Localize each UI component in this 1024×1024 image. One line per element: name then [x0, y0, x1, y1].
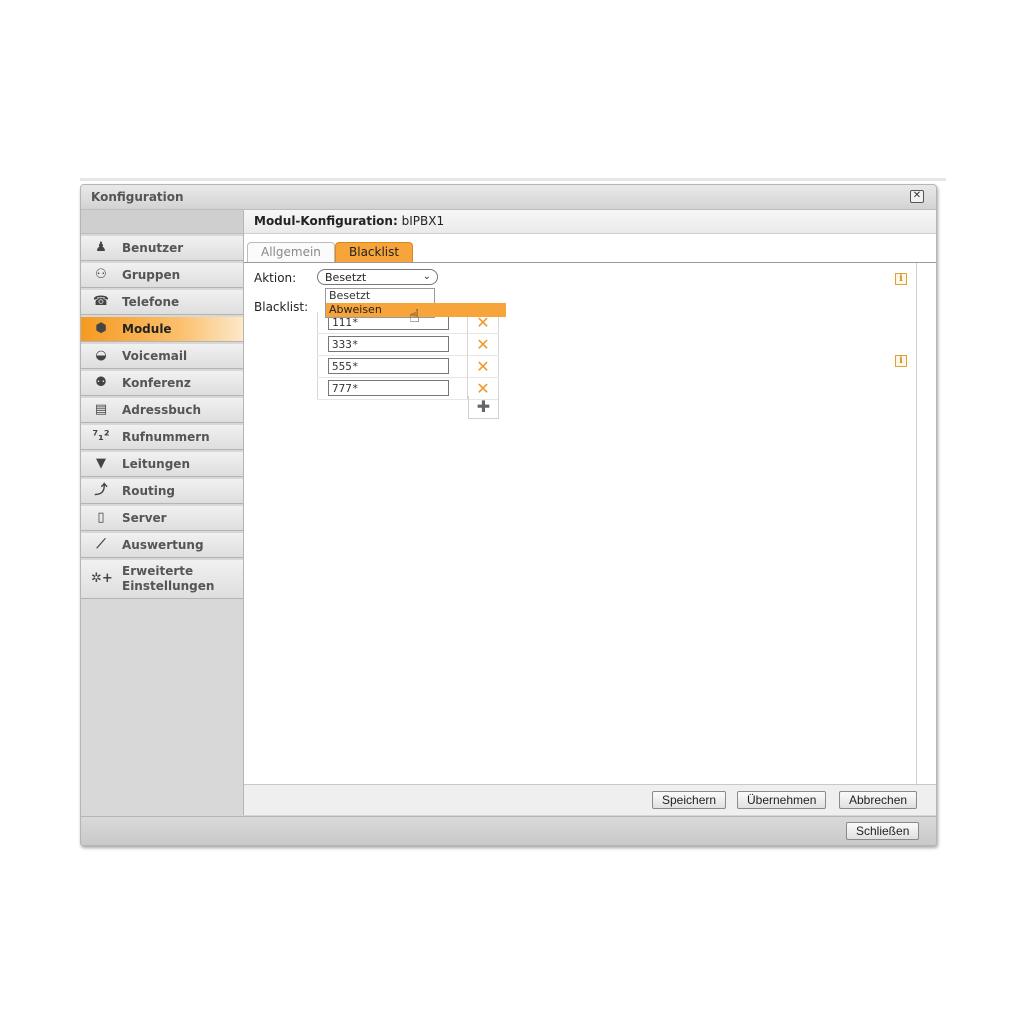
- tab-bar: Allgemein Blacklist: [244, 239, 936, 263]
- info-icon[interactable]: i: [895, 273, 907, 285]
- aktion-select[interactable]: Besetzt ⌄: [317, 269, 438, 285]
- sidebar-item-label: Erweiterte Einstellungen: [122, 564, 214, 594]
- addressbook-icon: ▤: [94, 402, 108, 417]
- sidebar-item-label-line2: Einstellungen: [122, 579, 215, 593]
- sidebar-item-label: Routing: [122, 484, 176, 498]
- sidebar-item-leitungen[interactable]: ▼ Leitungen: [81, 452, 243, 477]
- sidebar-item-label: Module: [122, 322, 172, 336]
- sidebar-item-voicemail[interactable]: ◒ Voicemail: [81, 344, 243, 369]
- sidebar-item-label: Voicemail: [122, 349, 188, 363]
- apply-button[interactable]: Übernehmen: [737, 791, 827, 809]
- window-title: Konfiguration: [91, 190, 184, 204]
- delete-icon[interactable]: ✕: [468, 334, 499, 355]
- lines-icon: ▼: [96, 456, 106, 471]
- info-icon[interactable]: i: [895, 355, 907, 367]
- sidebar-item-konferenz[interactable]: ⚉ Konferenz: [81, 371, 243, 396]
- module-icon: ⬢: [95, 321, 107, 336]
- blacklist-table: ✕ ✕ ✕ ✕: [317, 312, 499, 400]
- sidebar-item-routing[interactable]: ⤴ Routing: [81, 479, 243, 504]
- sidebar-item-rufnummern[interactable]: ⁷₁² Rufnummern: [81, 425, 243, 450]
- phone-icon: ☎: [92, 294, 110, 309]
- sidebar-item-label: Adressbuch: [122, 403, 202, 417]
- module-header-label: Modul-Konfiguration:: [254, 214, 398, 228]
- tab-blacklist[interactable]: Blacklist: [335, 242, 414, 262]
- sidebar-item-label: Server: [122, 511, 167, 525]
- sidebar-item-label: Benutzer: [122, 241, 184, 255]
- sidebar-header: [81, 210, 243, 234]
- sidebar-item-label: Telefone: [122, 295, 180, 309]
- sidebar-item-telefone[interactable]: ☎ Telefone: [81, 290, 243, 315]
- nav-list: ♟ Benutzer ⚇ Gruppen ☎ Telefone ⬢ Module…: [81, 236, 243, 599]
- sidebar-item-erweiterte-einstellungen[interactable]: ✲+ Erweiterte Einstellungen: [81, 560, 243, 599]
- sidebar-item-label: Rufnummern: [122, 430, 210, 444]
- table-cell: [317, 378, 468, 399]
- tab-allgemein[interactable]: Allgemein: [247, 242, 335, 262]
- aktion-label: Aktion:: [254, 271, 297, 285]
- table-row: ✕: [317, 356, 499, 378]
- blacklist-entry-input[interactable]: [328, 336, 449, 352]
- sidebar-item-benutzer[interactable]: ♟ Benutzer: [81, 236, 243, 261]
- advanced-settings-icon: ✲+: [91, 571, 113, 586]
- blacklist-entry-input[interactable]: [328, 380, 449, 396]
- table-cell: [317, 356, 468, 377]
- bottom-bar: Schließen: [81, 816, 936, 845]
- dialog-footer: Speichern Übernehmen Abbrechen: [244, 784, 936, 815]
- main-panel: Modul-Konfiguration: bIPBX1 Allgemein Bl…: [244, 210, 936, 815]
- blacklist-content: Aktion: Besetzt ⌄ Besetzt Abweisen ☝ Bla…: [244, 263, 917, 809]
- sidebar-item-label: Konferenz: [122, 376, 191, 390]
- table-row: ✕: [317, 334, 499, 356]
- sidebar-item-gruppen[interactable]: ⚇ Gruppen: [81, 263, 243, 288]
- config-window: Konfiguration ✕ ♟ Benutzer ⚇ Gruppen ☎ T…: [80, 184, 937, 846]
- module-header-value: bIPBX1: [401, 214, 445, 228]
- top-divider: [80, 178, 946, 181]
- module-header: Modul-Konfiguration: bIPBX1: [244, 210, 936, 234]
- close-icon[interactable]: ✕: [910, 190, 924, 203]
- user-icon: ♟: [95, 240, 107, 255]
- sidebar: ♟ Benutzer ⚇ Gruppen ☎ Telefone ⬢ Module…: [81, 210, 244, 815]
- numbers-icon: ⁷₁²: [92, 429, 110, 444]
- sidebar-item-label-line1: Erweiterte: [122, 564, 194, 578]
- sidebar-item-module[interactable]: ⬢ Module: [81, 317, 243, 342]
- sidebar-item-label: Gruppen: [122, 268, 181, 282]
- routing-icon: ⤴: [94, 483, 108, 498]
- blacklist-entry-input[interactable]: [328, 358, 449, 374]
- delete-icon[interactable]: ✕: [468, 356, 499, 377]
- add-entry-icon[interactable]: ✚: [468, 396, 499, 419]
- sidebar-item-label: Auswertung: [122, 538, 204, 552]
- blacklist-label: Blacklist:: [254, 300, 309, 314]
- sidebar-item-label: Leitungen: [122, 457, 190, 471]
- group-icon: ⚇: [95, 267, 107, 282]
- aktion-select-value: Besetzt: [325, 271, 367, 284]
- chart-icon: ⟋: [96, 537, 106, 552]
- chevron-down-icon: ⌄: [422, 271, 431, 282]
- close-button[interactable]: Schließen: [846, 822, 920, 840]
- voicemail-icon: ◒: [95, 348, 107, 363]
- sidebar-item-server[interactable]: ▯ Server: [81, 506, 243, 531]
- cancel-button[interactable]: Abbrechen: [839, 791, 918, 809]
- save-button[interactable]: Speichern: [652, 791, 727, 809]
- sidebar-item-auswertung[interactable]: ⟋ Auswertung: [81, 533, 243, 558]
- server-icon: ▯: [97, 510, 105, 525]
- hand-cursor-icon: ☝: [409, 306, 420, 327]
- table-cell: [317, 334, 468, 355]
- conference-icon: ⚉: [95, 375, 107, 390]
- sidebar-item-adressbuch[interactable]: ▤ Adressbuch: [81, 398, 243, 423]
- title-bar: Konfiguration ✕: [81, 185, 936, 210]
- dropdown-option-besetzt[interactable]: Besetzt: [326, 289, 434, 303]
